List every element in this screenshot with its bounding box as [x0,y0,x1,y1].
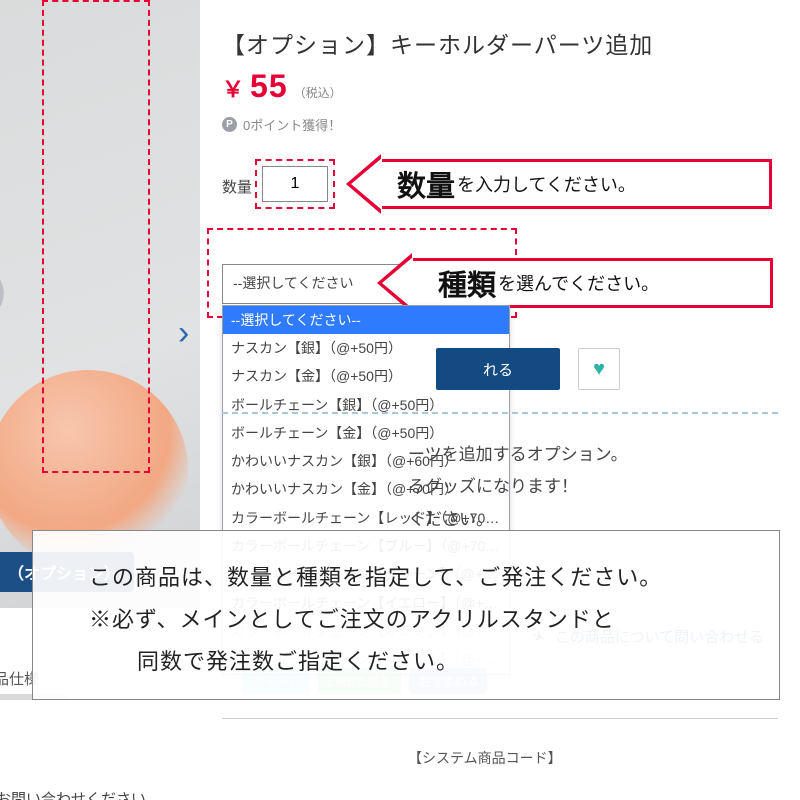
annotation-quantity-big: 数量 [397,163,457,205]
price-line: ￥ 55 （税込） [222,68,342,105]
price-value: 55 [250,68,288,105]
instruction-overlay: この商品は、数量と種類を指定して、ご発注ください。 ※必ず、メインとしてご注文の… [32,530,780,700]
annotation-quantity: 数量 を入力してください。 [378,159,772,209]
keychain-hook-graphic [0,260,14,340]
description-line: るグッズになります！ [408,471,628,503]
dropdown-option[interactable]: ボールチェーン【銀】（@+50円） [223,391,509,419]
points-line: P 0ポイント獲得！ [222,115,341,134]
next-image-arrow[interactable]: › [178,316,189,350]
divider-dashed [222,412,778,414]
divider [222,718,778,719]
annotation-kind: 種類 を選んでください。 [409,258,773,308]
bottom-contact-text: お問い合わせください [0,788,146,800]
tax-note: （税込） [294,84,342,101]
image-highlight-box [42,0,150,473]
add-to-cart-button[interactable]: れる [436,348,560,390]
system-code-label: 【システム商品コード】 [408,748,562,768]
points-text: 0ポイント獲得！ [243,115,341,134]
favorite-button[interactable]: ♥ [578,348,620,390]
quantity-input[interactable] [262,166,328,202]
dropdown-selected[interactable]: --選択してください-- [223,306,509,334]
annotation-kind-big: 種類 [438,262,498,304]
points-icon: P [222,117,237,132]
annotation-kind-text: を選んでください。 [498,270,659,296]
instruction-line: ※必ず、メインとしてご注文のアクリルスタンドと [89,599,745,641]
currency-symbol: ￥ [222,72,244,104]
heart-icon: ♥ [593,358,605,381]
description-line: ーツを追加するオプション。 [408,439,628,471]
annotation-quantity-text: を入力してください。 [457,171,636,197]
quantity-label: 数量 [222,176,252,197]
description-block: ーツを追加するオプション。 るグッズになります！ ください。 [408,439,628,536]
product-title: 【オプション】キーホルダーパーツ追加 [222,26,653,60]
instruction-line: この商品は、数量と種類を指定して、ご発注ください。 [89,557,745,599]
instruction-line: 同数で発注数ご指定ください。 [89,641,745,683]
